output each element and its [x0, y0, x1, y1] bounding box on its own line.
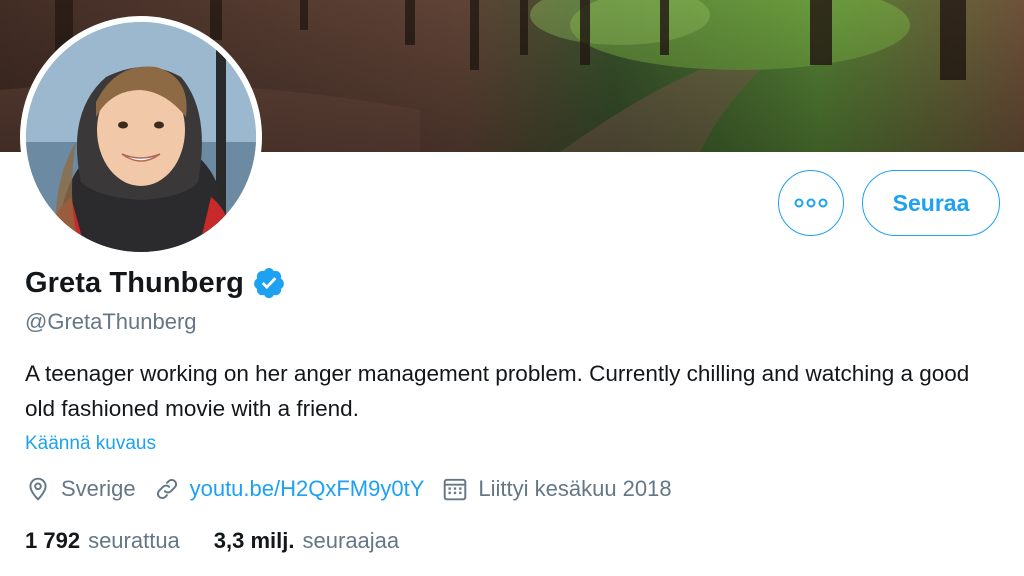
- profile-bio: A teenager working on her anger manageme…: [25, 361, 970, 421]
- website-item: youtu.be/H2QxFM9y0tY: [154, 476, 425, 502]
- avatar-photo: [26, 22, 256, 252]
- location-pin-icon: [29, 477, 47, 501]
- following-stat[interactable]: 1 792 seurattua: [25, 528, 180, 554]
- website-link[interactable]: youtu.be/H2QxFM9y0tY: [190, 476, 425, 502]
- translate-bio-link[interactable]: Käännä kuvaus: [25, 433, 156, 455]
- following-count: 1 792: [25, 528, 81, 553]
- location-item: Sverige: [25, 476, 136, 502]
- follow-stats: 1 792 seurattua 3,3 milj. seuraajaa: [25, 528, 433, 554]
- followers-count: 3,3 milj.: [213, 528, 295, 553]
- following-label: seurattua: [88, 528, 180, 553]
- name-row: Greta Thunberg: [25, 266, 286, 300]
- username-handle: @GretaThunberg: [25, 309, 197, 334]
- more-icon: [794, 198, 828, 208]
- profile-avatar[interactable]: [20, 16, 262, 258]
- joined-item: Liittyi kesäkuu 2018: [442, 476, 672, 502]
- followers-stat[interactable]: 3,3 milj. seuraajaa: [214, 528, 399, 554]
- location-text: Sverige: [61, 476, 136, 501]
- more-options-button[interactable]: [778, 170, 844, 236]
- profile-meta: Sverige youtu.be/H2QxFM9y0tY Liittyi kes…: [25, 476, 690, 502]
- joined-date: Liittyi kesäkuu 2018: [478, 476, 672, 501]
- verified-badge-icon: [254, 267, 284, 299]
- link-icon: [156, 478, 177, 500]
- follow-button[interactable]: Seuraa: [862, 170, 1000, 236]
- display-name: Greta Thunberg: [25, 266, 244, 299]
- calendar-icon: [444, 478, 467, 501]
- followers-label: seuraajaa: [302, 528, 400, 553]
